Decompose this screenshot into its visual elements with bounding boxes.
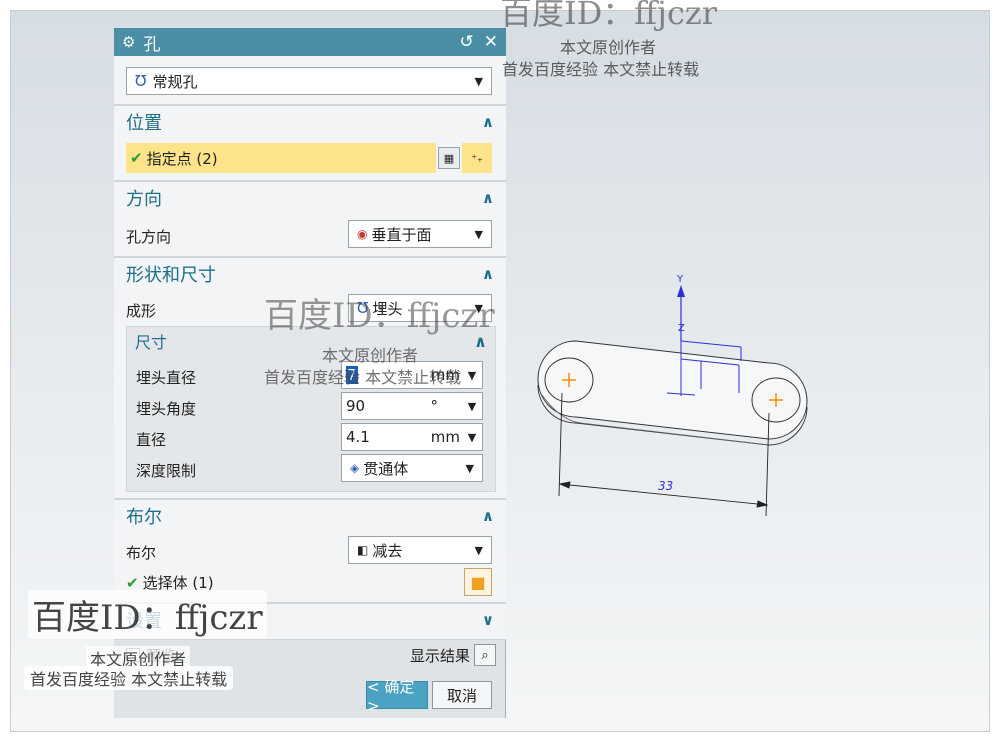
direction-section: 方向 ∧ 孔方向 ◉ 垂直于面 ▼ xyxy=(114,182,506,258)
settings-section: 设置 ∨ xyxy=(114,604,506,640)
axis-y-label: Y xyxy=(676,274,684,285)
shape-section: 形状和尺寸 ∧ 成形 Ʊ 埋头 ▼ 尺寸 ∧ 埋头直径 7 mm ▼ 埋头角度 … xyxy=(114,258,506,500)
expand-icon[interactable]: ∨ xyxy=(482,611,494,629)
cs-angle-label: 埋头角度 xyxy=(136,400,197,418)
preview-row: 预览 显示结果 ⌕ xyxy=(114,640,506,670)
cs-diameter-value: 7 xyxy=(346,366,358,384)
chevron-down-icon[interactable]: ▼ xyxy=(466,369,478,382)
check-icon: ✔ xyxy=(126,573,139,592)
chevron-down-icon: ▼ xyxy=(474,543,483,557)
through-body-icon: ◈ xyxy=(350,461,360,475)
cs-diameter-field[interactable]: 7 mm ▼ xyxy=(341,361,483,389)
countersink-icon: Ʊ xyxy=(357,299,369,317)
hole-direction-select[interactable]: ◉ 垂直于面 ▼ xyxy=(348,220,492,248)
form-select[interactable]: Ʊ 埋头 ▼ xyxy=(348,294,492,322)
chevron-down-icon: ▼ xyxy=(465,461,474,475)
direction-header[interactable]: 方向 ∧ xyxy=(114,182,506,214)
diameter-value: 4.1 xyxy=(346,428,370,446)
dimension-value: 33 xyxy=(658,479,673,493)
shape-title: 形状和尺寸 xyxy=(126,265,216,286)
point-dialog-icon[interactable]: ⁺₊ xyxy=(462,143,492,173)
boolean-label: 布尔 xyxy=(126,544,157,562)
diameter-unit: mm xyxy=(430,428,460,446)
boolean-title: 布尔 xyxy=(126,507,162,528)
form-label: 成形 xyxy=(126,302,157,320)
cs-angle-unit: ° xyxy=(430,397,439,415)
direction-title: 方向 xyxy=(126,189,162,210)
collapse-icon[interactable]: ∧ xyxy=(482,189,494,207)
hole-type-icon: Ʊ xyxy=(135,72,147,90)
shape-header[interactable]: 形状和尺寸 ∧ xyxy=(114,258,506,290)
collapse-icon[interactable]: ∧ xyxy=(474,332,487,351)
ok-button[interactable]: < 确定 > xyxy=(366,678,428,715)
preview-label: 预览 xyxy=(146,646,177,665)
dialog-title: 孔 xyxy=(143,34,161,55)
datum-csys: Y Z xyxy=(676,274,685,341)
position-section: 位置 ∧ ✔ 指定点 (2) ▦ ⁺₊ xyxy=(114,106,506,182)
collapse-icon[interactable]: ∧ xyxy=(482,265,494,283)
gear-icon[interactable]: ⚙ xyxy=(122,33,135,51)
solid-body-icon[interactable]: ■ xyxy=(464,568,492,596)
chevron-down-icon: ▼ xyxy=(474,227,483,241)
hole-type-value: 常规孔 xyxy=(152,72,198,91)
sketch-section-icon[interactable]: ▦ xyxy=(438,147,460,169)
preview-checkbox[interactable] xyxy=(126,648,140,662)
hole-direction-label: 孔方向 xyxy=(126,228,172,246)
select-body-label: 选择体 (1) xyxy=(142,574,214,592)
position-title: 位置 xyxy=(126,113,162,134)
dialog-titlebar[interactable]: ⚙ 孔 ↺ ✕ xyxy=(114,28,506,56)
cs-diameter-label: 埋头直径 xyxy=(136,369,197,387)
magnifier-icon[interactable]: ⌕ xyxy=(474,644,496,666)
cs-angle-value: 90 xyxy=(346,397,366,415)
collapse-icon[interactable]: ∧ xyxy=(482,507,494,525)
cs-diameter-unit: mm xyxy=(430,366,460,384)
settings-title: 设置 xyxy=(126,611,162,632)
settings-header[interactable]: 设置 ∨ xyxy=(114,604,506,636)
graphics-viewport[interactable]: Y Z 33 xyxy=(507,11,991,733)
hole-type-select[interactable]: Ʊ 常规孔 ▼ xyxy=(126,67,492,95)
check-icon: ✔ xyxy=(130,149,143,167)
hole-dialog: ⚙ 孔 ↺ ✕ Ʊ 常规孔 ▼ 位置 ∧ ✔ 指定点 (2) ▦ ⁺₊ 方向 ∧ xyxy=(114,28,506,718)
depth-limit-label: 深度限制 xyxy=(136,462,197,480)
cs-angle-field[interactable]: 90 ° ▼ xyxy=(341,392,483,420)
type-section: Ʊ 常规孔 ▼ xyxy=(114,56,506,106)
cancel-button[interactable]: 取消 xyxy=(432,681,492,709)
depth-limit-value: 贯通体 xyxy=(363,459,409,478)
dimensions-title: 尺寸 xyxy=(135,333,168,352)
boolean-value: 减去 xyxy=(372,541,403,560)
specify-point-row[interactable]: ✔ 指定点 (2) xyxy=(126,143,436,173)
position-header[interactable]: 位置 ∧ xyxy=(114,106,506,138)
close-icon[interactable]: ✕ xyxy=(484,32,498,52)
diameter-label: 直径 xyxy=(136,431,167,449)
select-body-row[interactable]: ✔ 选择体 (1) xyxy=(126,572,214,593)
axis-z-label: Z xyxy=(678,323,685,334)
depth-limit-select[interactable]: ◈ 贯通体 ▼ xyxy=(341,454,483,482)
show-result-label: 显示结果 xyxy=(409,646,470,665)
collapse-icon[interactable]: ∧ xyxy=(482,113,494,131)
chevron-down-icon[interactable]: ▼ xyxy=(466,431,478,444)
normal-face-icon: ◉ xyxy=(357,227,368,241)
reset-icon[interactable]: ↺ xyxy=(460,32,474,52)
dimensions-group: 尺寸 ∧ 埋头直径 7 mm ▼ 埋头角度 90 ° ▼ 直径 4.1 mm ▼… xyxy=(126,326,496,492)
chevron-down-icon: ▼ xyxy=(474,301,483,315)
chevron-down-icon: ▼ xyxy=(474,74,483,88)
subtract-icon: ◧ xyxy=(357,543,369,557)
dimensions-header[interactable]: 尺寸 ∧ xyxy=(127,327,495,355)
hole-direction-value: 垂直于面 xyxy=(371,225,432,244)
specify-point-label: 指定点 (2) xyxy=(146,149,218,168)
boolean-select[interactable]: ◧ 减去 ▼ xyxy=(348,536,492,564)
diameter-field[interactable]: 4.1 mm ▼ xyxy=(341,423,483,451)
form-value: 埋头 xyxy=(372,299,403,318)
boolean-section: 布尔 ∧ 布尔 ◧ 减去 ▼ ✔ 选择体 (1) ■ xyxy=(114,500,506,604)
chevron-down-icon[interactable]: ▼ xyxy=(466,400,478,413)
boolean-header[interactable]: 布尔 ∧ xyxy=(114,500,506,532)
